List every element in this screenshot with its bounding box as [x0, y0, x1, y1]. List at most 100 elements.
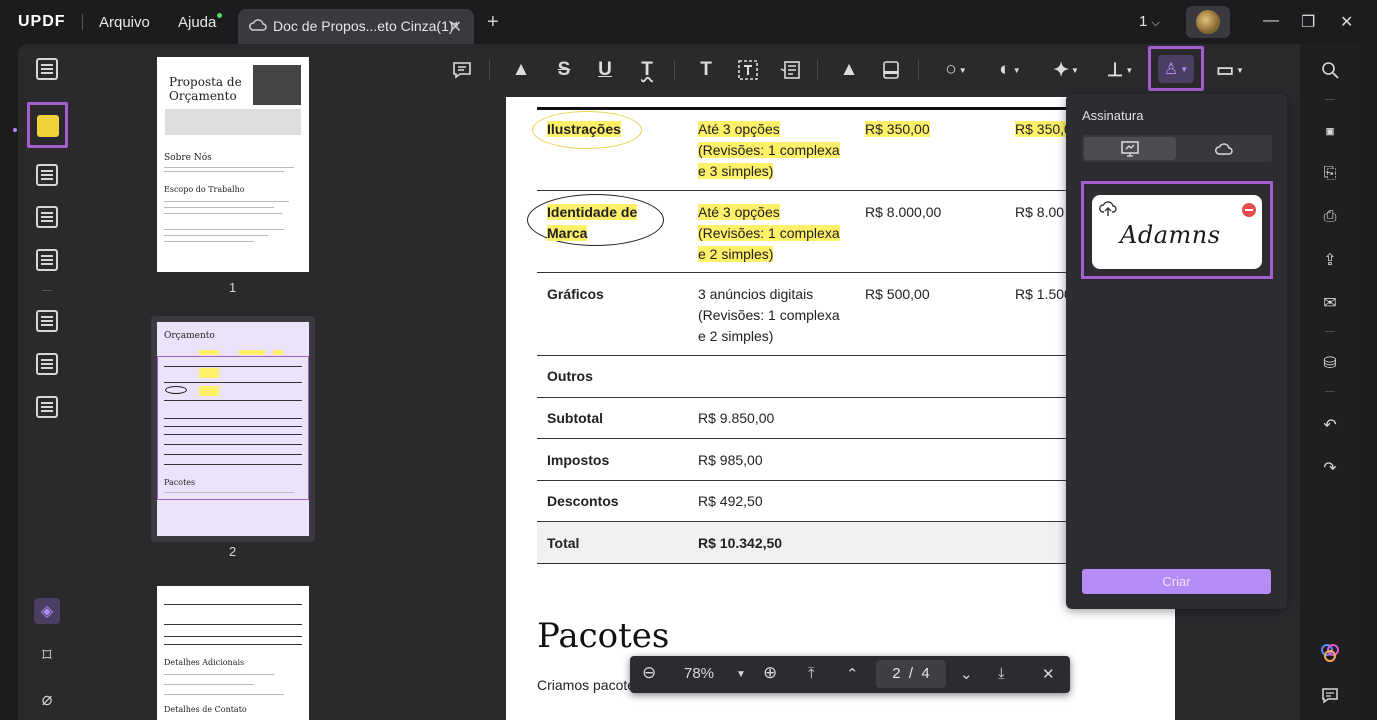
thumbnail-page-1[interactable]: Proposta de Orçamento Sobre Nós Escopo d… [157, 57, 309, 272]
table-row-item: Outros [547, 368, 593, 384]
local-signatures-tab[interactable] [1084, 137, 1176, 160]
table-row-total: R$ 1.500 [1015, 286, 1072, 302]
save-icon[interactable]: ⛁ [1318, 351, 1342, 375]
zoom-in-icon[interactable]: ⊕ [763, 663, 777, 683]
edit-pdf-icon[interactable] [32, 160, 62, 190]
layers-icon[interactable]: ◈ [32, 596, 62, 626]
table-row-total: R$ 8.00 [1015, 204, 1065, 220]
protect-file-icon[interactable]: ⎙ [1318, 205, 1342, 229]
minimize-button[interactable]: — [1263, 12, 1279, 30]
table-row-item: Gráficos [547, 286, 604, 302]
callout-icon[interactable] [777, 58, 803, 82]
thumbnail-page-2[interactable]: Orçamento Pacotes [157, 322, 309, 536]
menu-arquivo[interactable]: Arquivo [99, 14, 150, 31]
protect-icon[interactable] [32, 392, 62, 422]
strikethrough-icon[interactable]: S [551, 58, 577, 82]
pin-icon[interactable]: ✦ ▼ [1049, 58, 1083, 82]
maximize-button[interactable]: ❐ [1301, 12, 1315, 32]
thumbnail-banner [165, 109, 301, 135]
delete-signature-icon[interactable] [1242, 203, 1256, 217]
comment-tool-active[interactable] [27, 102, 68, 148]
signature-item[interactable]: Adamns [1092, 195, 1262, 269]
table-row-divider [537, 397, 1077, 398]
highlight-icon[interactable]: ▲ [508, 58, 534, 82]
table-row-price: R$ 350,00 [865, 121, 930, 137]
tab-title: Doc de Propos...eto Cinza(1)* [273, 18, 459, 34]
cloud-upload-icon[interactable] [1099, 201, 1117, 221]
ocr-icon[interactable]: ▣ [1318, 119, 1342, 143]
title-bar: UPDF Arquivo Ajuda Doc de Propos...eto C… [0, 0, 1377, 44]
zoom-level[interactable]: 78% [684, 665, 714, 682]
add-tab-button[interactable]: + [487, 11, 499, 34]
pencil-icon[interactable]: ▲ [836, 58, 862, 82]
close-window-button[interactable]: ✕ [1340, 12, 1353, 32]
crop-icon[interactable] [32, 349, 62, 379]
create-signature-button[interactable]: Criar [1082, 569, 1271, 594]
table-row-desc: 3 anúncios digitais (Revisões: 1 complexa… [698, 286, 840, 344]
zoom-dropdown-icon[interactable]: ▼ [736, 669, 746, 680]
table-row-item: Total [547, 535, 580, 551]
reader-icon[interactable] [32, 54, 62, 84]
next-page-icon[interactable]: ⌄ [960, 665, 973, 683]
ai-assistant-icon[interactable] [1318, 641, 1342, 665]
share-icon[interactable]: ⇪ [1318, 248, 1342, 272]
undo-icon[interactable]: ↶ [1318, 413, 1342, 437]
signature-preview: Adamns [1120, 221, 1221, 249]
document-tab[interactable]: Doc de Propos...eto Cinza(1)* ✕ [238, 9, 474, 44]
signature-tool-button[interactable]: ♙ ▼ [1148, 46, 1204, 91]
textbox-icon[interactable] [735, 58, 761, 82]
table-row-total: R$ 350,0 [1015, 121, 1072, 137]
previous-page-icon[interactable]: ⌃ [846, 665, 859, 683]
measure-icon[interactable]: ▭ ▼ [1213, 58, 1247, 82]
email-icon[interactable]: ✉ [1318, 291, 1342, 315]
close-icon[interactable]: ✕ [449, 17, 462, 37]
sticker-icon[interactable]: ◐ ▼ [993, 58, 1027, 82]
table-row-price: R$ 8.000,00 [865, 204, 942, 220]
app-logo: UPDF [18, 13, 66, 30]
table-row-value: R$ 492,50 [698, 493, 763, 509]
window-count-dropdown[interactable]: 1 ⌵ [1139, 13, 1160, 30]
table-row-item: Subtotal [547, 410, 603, 426]
thumbnail-panel: Proposta de Orçamento Sobre Nós Escopo d… [76, 44, 388, 720]
paragraph-text: Criamos pacote [537, 677, 636, 693]
section-heading: Pacotes [537, 616, 670, 656]
eraser-icon[interactable] [878, 58, 904, 82]
signature-panel: Assinatura Adamns Criar [1066, 94, 1287, 609]
last-page-icon[interactable]: ⤓ [998, 665, 1005, 682]
squiggly-icon[interactable]: T [634, 58, 660, 82]
total-row-bg [537, 522, 1077, 563]
text-icon[interactable]: T [693, 58, 719, 82]
divider [1325, 391, 1335, 392]
divider [489, 60, 490, 80]
page-number-input[interactable]: 2 / 4 [876, 660, 946, 688]
underline-icon[interactable]: U [592, 58, 618, 82]
search-icon[interactable] [1318, 58, 1342, 82]
table-row-value: R$ 9.850,00 [698, 410, 775, 426]
thumbnail-page-3[interactable]: Detalhes Adicionais Detalhes de Contato [157, 586, 309, 720]
attachment-icon[interactable]: ⌀ [32, 684, 62, 714]
highlighter-icon [37, 115, 59, 137]
organize-pages-icon[interactable] [32, 306, 62, 336]
close-zoom-bar-icon[interactable]: ✕ [1042, 665, 1055, 683]
divider [82, 14, 83, 30]
zoom-out-icon[interactable]: ⊖ [642, 663, 656, 683]
cloud-signatures-tab[interactable] [1178, 137, 1270, 160]
stamp-icon[interactable]: ⊥ ▼ [1103, 58, 1137, 82]
fill-sign-icon[interactable] [32, 245, 62, 275]
redo-icon[interactable]: ↷ [1318, 456, 1342, 480]
menu-ajuda[interactable]: Ajuda [178, 14, 216, 31]
divider [1325, 331, 1335, 332]
table-row-item: Impostos [547, 452, 610, 468]
avatar[interactable] [1186, 6, 1230, 38]
form-icon[interactable] [32, 202, 62, 232]
convert-icon[interactable]: ⎘ [1318, 162, 1342, 186]
first-page-icon[interactable]: ⤒ [808, 665, 815, 682]
comments-icon[interactable] [1318, 684, 1342, 708]
table-row-item: Ilustrações [547, 121, 621, 137]
note-icon[interactable] [449, 58, 475, 82]
bookmark-icon[interactable]: ⌑ [32, 640, 62, 670]
divider [817, 60, 818, 80]
table-row-desc: Até 3 opções (Revisões: 1 complexa e 2 sim… [698, 204, 840, 262]
table-row-item: Identidade de Marca [547, 204, 638, 241]
shape-icon[interactable]: ○ ▼ [939, 58, 973, 82]
